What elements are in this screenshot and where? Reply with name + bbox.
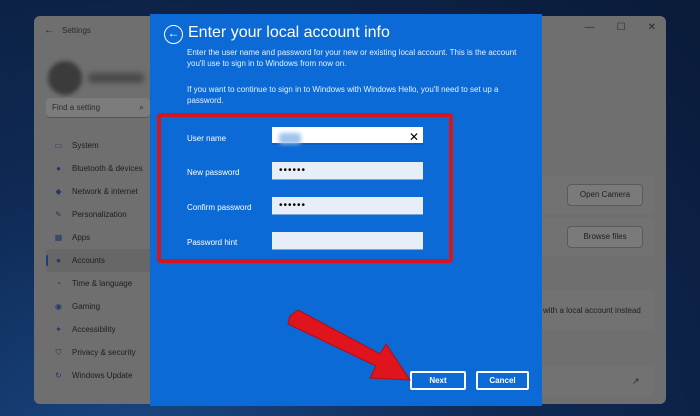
arrow-shape bbox=[287, 309, 411, 381]
password-hint-input[interactable] bbox=[272, 232, 423, 250]
sidebar-item-system[interactable]: ▭ System bbox=[46, 134, 156, 157]
username-redacted bbox=[279, 133, 301, 144]
confirm-password-input[interactable] bbox=[272, 197, 423, 215]
close-icon[interactable]: ✕ bbox=[648, 22, 656, 33]
search-placeholder: Find a setting bbox=[52, 103, 101, 112]
sidebar-item-label: Network & internet bbox=[72, 187, 138, 196]
external-link-icon[interactable]: ↗ bbox=[632, 376, 640, 387]
sidebar-item-personalization[interactable]: ✎ Personalization bbox=[46, 203, 156, 226]
sidebar-item-windows-update[interactable]: ↻ Windows Update bbox=[46, 364, 156, 387]
cancel-button[interactable]: Cancel bbox=[476, 371, 529, 390]
avatar bbox=[48, 61, 82, 95]
local-account-link[interactable]: with a local account instead bbox=[543, 306, 641, 315]
next-button[interactable]: Next bbox=[410, 371, 466, 390]
password-hint-label: Password hint bbox=[187, 238, 238, 247]
sidebar-item-label: Bluetooth & devices bbox=[72, 164, 143, 173]
sidebar-item-label: Apps bbox=[72, 233, 91, 242]
time-language-icon: ◔ bbox=[56, 279, 61, 288]
personalization-icon: ✎ bbox=[55, 210, 62, 219]
sidebar-item-bluetooth[interactable]: ● Bluetooth & devices bbox=[46, 157, 156, 180]
open-camera-button[interactable]: Open Camera bbox=[567, 184, 643, 206]
sidebar-item-label: Gaming bbox=[72, 302, 101, 311]
accessibility-icon: ✦ bbox=[55, 325, 62, 334]
new-password-label: New password bbox=[187, 168, 240, 177]
apps-icon: ▦ bbox=[54, 233, 63, 242]
sidebar-item-label: Privacy & security bbox=[72, 348, 136, 357]
new-password-input[interactable] bbox=[272, 162, 423, 180]
sidebar-item-privacy[interactable]: ⛉ Privacy & security bbox=[46, 341, 156, 364]
window-controls: — ☐ ✕ bbox=[585, 22, 656, 33]
confirm-password-label: Confirm password bbox=[187, 203, 252, 212]
settings-title: Settings bbox=[62, 26, 91, 35]
windows-hello-note: If you want to continue to sign in to Wi… bbox=[187, 85, 499, 105]
clear-icon[interactable]: ✕ bbox=[409, 130, 419, 144]
dialog-description: Enter the user name and password for you… bbox=[187, 48, 517, 68]
username-label: User name bbox=[187, 134, 227, 143]
sidebar-item-accessibility[interactable]: ✦ Accessibility bbox=[46, 318, 156, 341]
maximize-icon[interactable]: ☐ bbox=[617, 22, 626, 33]
browse-files-button[interactable]: Browse files bbox=[567, 226, 643, 248]
sidebar-item-apps[interactable]: ▦ Apps bbox=[46, 226, 156, 249]
dialog-title: Enter your local account info bbox=[188, 24, 390, 41]
sidebar-item-gaming[interactable]: ◉ Gaming bbox=[46, 295, 156, 318]
network-icon: ◆ bbox=[55, 187, 62, 196]
search-icon: ⌕ bbox=[138, 102, 144, 112]
sidebar-item-label: Accounts bbox=[72, 256, 105, 265]
minimize-icon[interactable]: — bbox=[585, 22, 595, 33]
system-icon: ▭ bbox=[54, 141, 63, 150]
back-circle-icon[interactable]: ← bbox=[164, 25, 183, 44]
privacy-icon: ⛉ bbox=[55, 348, 62, 357]
settings-sidebar: ▭ System ● Bluetooth & devices ◆ Network… bbox=[46, 134, 156, 387]
sidebar-item-time-language[interactable]: ◔ Time & language bbox=[46, 272, 156, 295]
gaming-icon: ◉ bbox=[55, 302, 62, 311]
profile-name-redacted bbox=[88, 73, 144, 83]
sidebar-item-accounts[interactable]: ● Accounts bbox=[46, 249, 156, 272]
sidebar-item-label: Accessibility bbox=[72, 325, 116, 334]
red-annotation-arrow bbox=[287, 309, 411, 381]
search-input[interactable]: Find a setting ⌕ bbox=[46, 98, 150, 118]
sidebar-item-network[interactable]: ◆ Network & internet bbox=[46, 180, 156, 203]
back-arrow-icon[interactable]: ← bbox=[44, 25, 54, 36]
sidebar-item-label: Windows Update bbox=[72, 371, 133, 380]
profile-header bbox=[48, 58, 148, 98]
sidebar-item-label: System bbox=[72, 141, 99, 150]
accounts-icon: ● bbox=[56, 256, 61, 265]
bluetooth-icon: ● bbox=[56, 164, 61, 173]
windows-update-icon: ↻ bbox=[55, 371, 62, 380]
sidebar-item-label: Personalization bbox=[72, 210, 127, 219]
sidebar-item-label: Time & language bbox=[72, 279, 133, 288]
